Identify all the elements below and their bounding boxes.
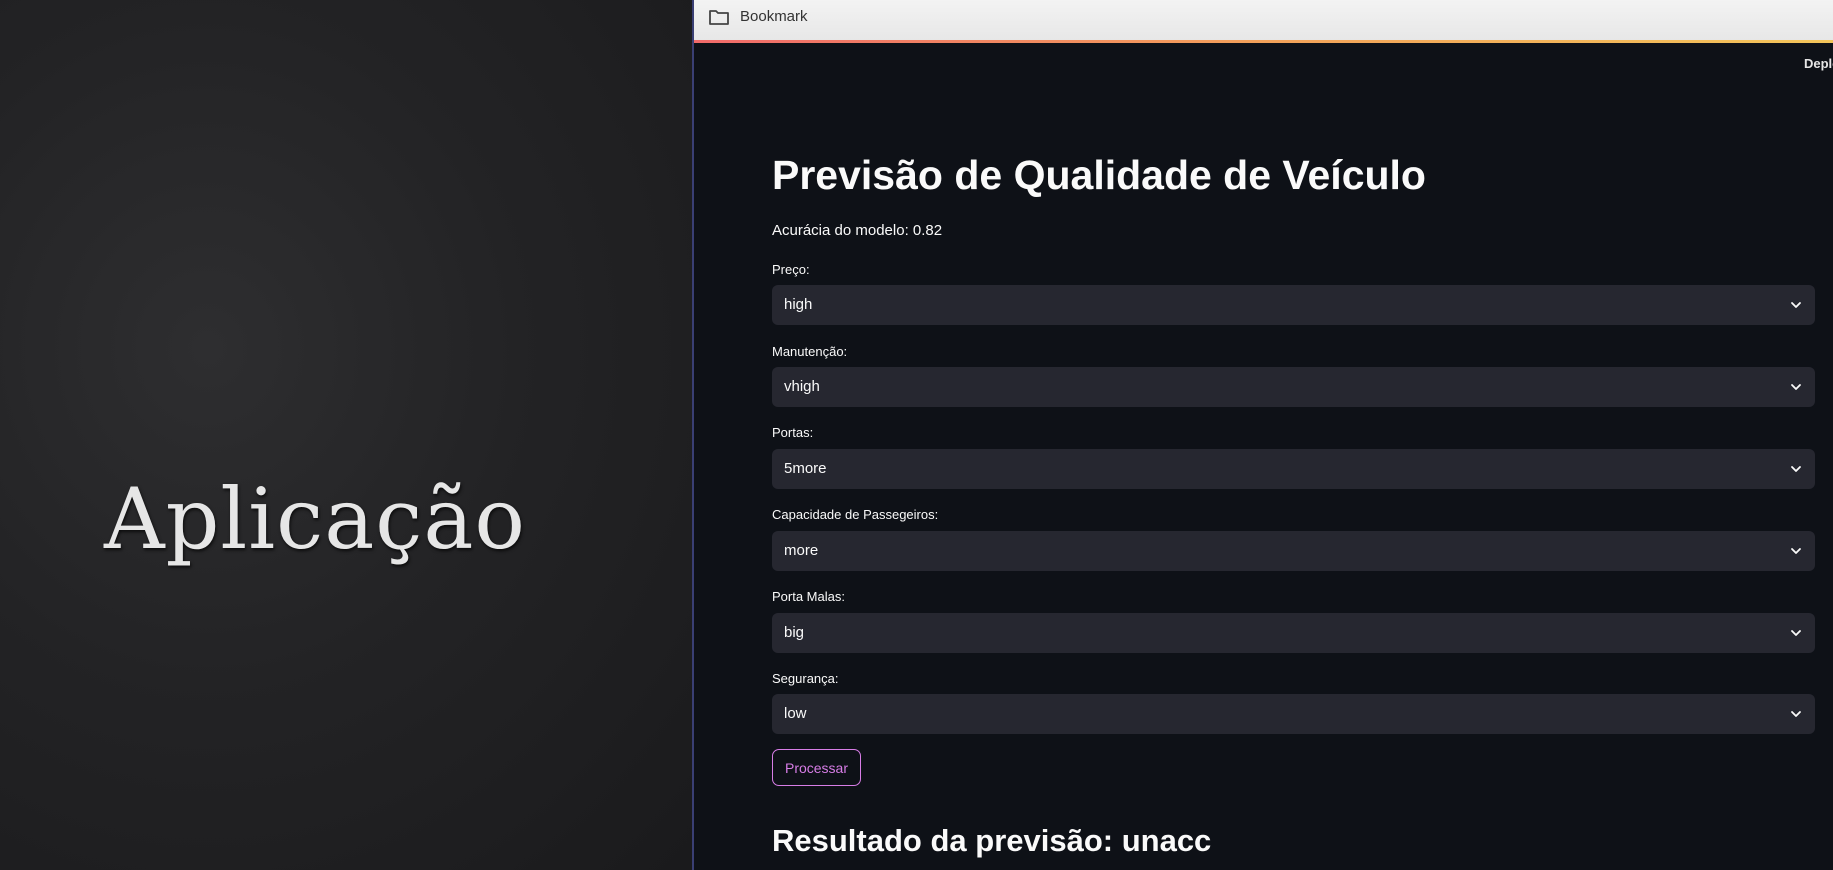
select-seguranca[interactable]: low <box>772 694 1815 734</box>
field-label-preco: Preço: <box>772 262 810 277</box>
model-accuracy-text: Acurácia do modelo: 0.82 <box>772 222 943 239</box>
presentation-slide: Aplicação <box>0 0 692 870</box>
field-label-manutencao: Manutenção: <box>772 344 848 359</box>
select-value: more <box>784 542 819 559</box>
select-portas[interactable]: 5more <box>772 449 1815 489</box>
chevron-down-icon <box>1791 384 1801 390</box>
chevron-down-icon <box>1791 466 1801 472</box>
deploy-button[interactable]: Deplo <box>1804 56 1833 71</box>
select-manutencao[interactable]: vhigh <box>772 367 1815 407</box>
prediction-result: Resultado da previsão: unacc <box>772 823 1212 858</box>
select-value: 5more <box>784 460 827 477</box>
select-value: low <box>784 705 807 722</box>
field-label-porta-malas: Porta Malas: <box>772 589 845 604</box>
select-capacidade-passageiros[interactable]: more <box>772 531 1815 571</box>
select-porta-malas[interactable]: big <box>772 613 1815 653</box>
slide-title: Aplicação <box>104 470 526 568</box>
select-value: big <box>784 624 805 641</box>
chevron-down-icon <box>1791 711 1801 717</box>
folder-icon <box>709 10 729 25</box>
bookmark-folder-label: Bookmark <box>740 8 808 25</box>
select-value: vhigh <box>784 378 820 395</box>
browser-window: Bookmark Deplo Previsão de Qualidade de … <box>694 0 1833 870</box>
chevron-down-icon <box>1791 302 1801 308</box>
select-value: high <box>784 296 813 313</box>
bookmark-bar: Bookmark <box>694 0 1833 43</box>
process-button[interactable]: Processar <box>772 749 861 786</box>
page-title: Previsão de Qualidade de Veículo <box>772 152 1426 198</box>
chevron-down-icon <box>1791 630 1801 636</box>
header-accent-line <box>694 40 1833 43</box>
field-label-portas: Portas: <box>772 425 814 440</box>
field-label-capacidade-passageiros: Capacidade de Passegeiros: <box>772 507 939 522</box>
select-preco[interactable]: high <box>772 285 1815 325</box>
field-label-seguranca: Segurança: <box>772 671 839 686</box>
chevron-down-icon <box>1791 548 1801 554</box>
